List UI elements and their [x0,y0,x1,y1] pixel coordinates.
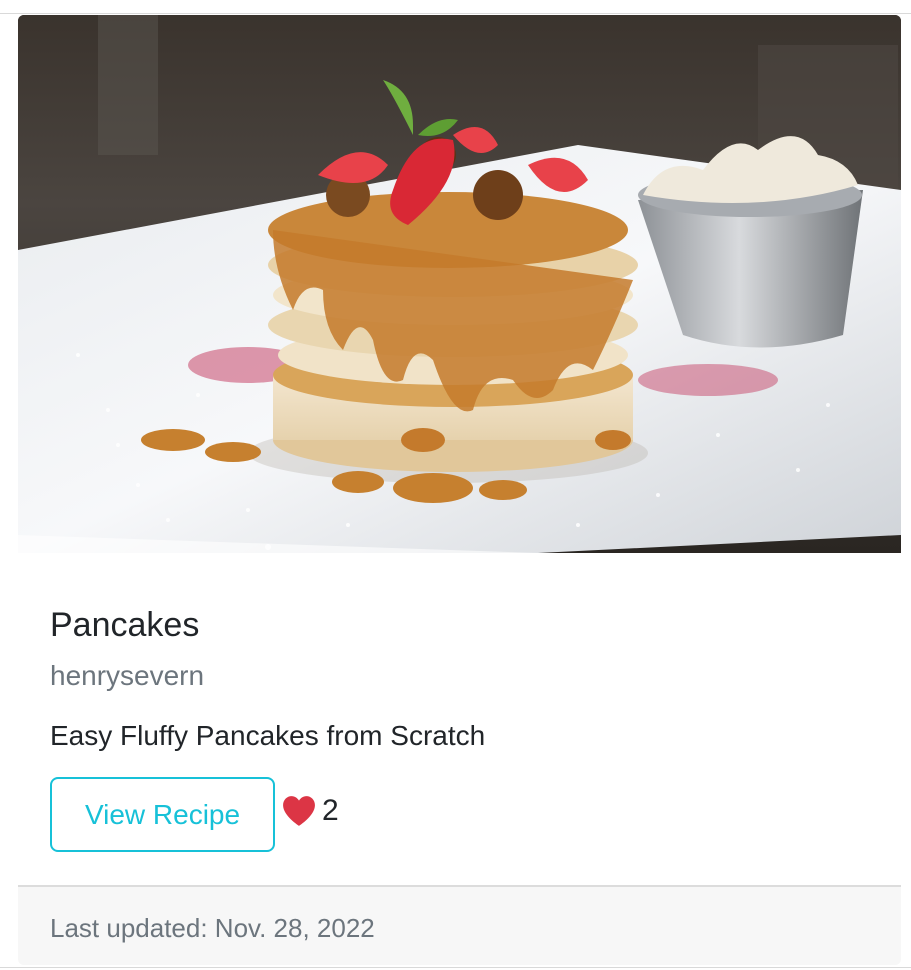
top-divider [0,13,911,14]
card-body: Pancakes henrysevern Easy Fluffy Pancake… [18,553,901,885]
view-recipe-button[interactable]: View Recipe [50,777,275,852]
recipe-image[interactable] [18,15,901,553]
recipe-author[interactable]: henrysevern [50,659,204,693]
like-count: 2 [322,794,339,827]
recipe-card: Pancakes henrysevern Easy Fluffy Pancake… [18,15,901,965]
card-footer: Last updated: Nov. 28, 2022 [18,885,901,965]
bottom-divider [0,967,911,968]
recipe-title: Pancakes [50,606,200,644]
heart-icon[interactable] [282,795,316,827]
recipe-description: Easy Fluffy Pancakes from Scratch [50,720,486,751]
last-updated-text: Last updated: Nov. 28, 2022 [50,913,375,943]
like-group: 2 [282,793,339,829]
